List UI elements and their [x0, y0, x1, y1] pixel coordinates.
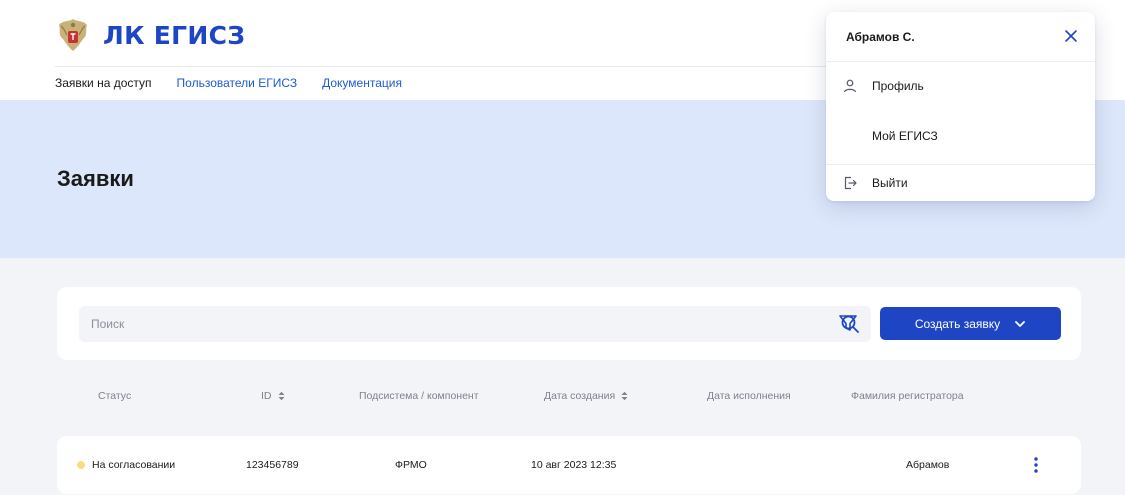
user-icon	[843, 79, 857, 93]
column-header-label: ID	[261, 390, 272, 402]
chevron-down-icon	[1015, 320, 1026, 327]
main-nav: Заявки на доступ Пользователи ЕГИСЗ Доку…	[55, 76, 402, 90]
subsystem-cell: ФРМО	[395, 459, 427, 471]
created-cell: 10 авг 2023 12:35	[531, 459, 617, 471]
sort-icon[interactable]	[278, 391, 285, 401]
close-icon[interactable]	[1063, 28, 1079, 44]
kebab-menu-icon[interactable]	[1032, 456, 1040, 474]
table-header: Статус ID Подсистема / компонент Дата со…	[57, 390, 1081, 410]
user-menu-item-label: Профиль	[872, 79, 924, 93]
id-cell: 123456789	[246, 459, 299, 471]
header-divider	[55, 66, 855, 67]
column-header-label: Дата исполнения	[707, 390, 791, 402]
column-header-label: Дата создания	[544, 390, 616, 402]
create-request-button[interactable]: Создать заявку	[880, 307, 1061, 340]
column-header-label: Фамилия регистратора	[851, 390, 964, 402]
column-header-subsystem: Подсистема / компонент	[359, 390, 479, 402]
brand-name: ЛК ЕГИСЗ	[103, 20, 246, 50]
search-input[interactable]	[79, 306, 839, 342]
emblem-icon	[59, 19, 87, 51]
user-menu-item-profile[interactable]: Профиль	[826, 62, 1095, 110]
toolbar: Создать заявку	[57, 287, 1081, 360]
status-dot	[77, 461, 85, 469]
user-menu-item-my-egisz[interactable]: Мой ЕГИСЗ	[826, 112, 1095, 160]
logo[interactable]: ЛК ЕГИСЗ	[55, 16, 245, 54]
user-menu-header: Абрамов С.	[826, 12, 1095, 62]
nav-item-documentation[interactable]: Документация	[322, 76, 402, 90]
filter-icon[interactable]	[837, 312, 859, 334]
table-row[interactable]: На согласовании 123456789 ФРМО 10 авг 20…	[57, 436, 1081, 494]
logout-icon	[844, 176, 857, 190]
user-menu-item-label: Мой ЕГИСЗ	[872, 129, 938, 143]
user-name: Абрамов С.	[846, 29, 915, 44]
page-title: Заявки	[57, 166, 134, 191]
status-text: На согласовании	[92, 459, 176, 471]
create-request-label: Создать заявку	[914, 316, 1001, 331]
column-header-status: Статус	[98, 390, 131, 402]
column-header-done: Дата исполнения	[707, 390, 791, 402]
column-header-created[interactable]: Дата создания	[544, 390, 628, 402]
user-menu-item-label: Выйти	[872, 176, 908, 190]
nav-item-egisz-users[interactable]: Пользователи ЕГИСЗ	[177, 76, 298, 90]
status-cell: На согласовании	[77, 459, 175, 471]
user-menu: Абрамов С. Профиль Мой ЕГИСЗ Выйти	[826, 12, 1095, 201]
registrar-cell: Абрамов	[906, 459, 950, 471]
user-menu-item-logout[interactable]: Выйти	[826, 165, 1095, 201]
column-header-registrar: Фамилия регистратора	[851, 390, 964, 402]
column-header-label: Подсистема / компонент	[359, 390, 479, 402]
nav-item-access-requests[interactable]: Заявки на доступ	[55, 76, 152, 90]
column-header-id[interactable]: ID	[261, 390, 285, 402]
search-box	[79, 306, 871, 342]
column-header-label: Статус	[98, 390, 132, 402]
sort-icon[interactable]	[621, 391, 628, 401]
